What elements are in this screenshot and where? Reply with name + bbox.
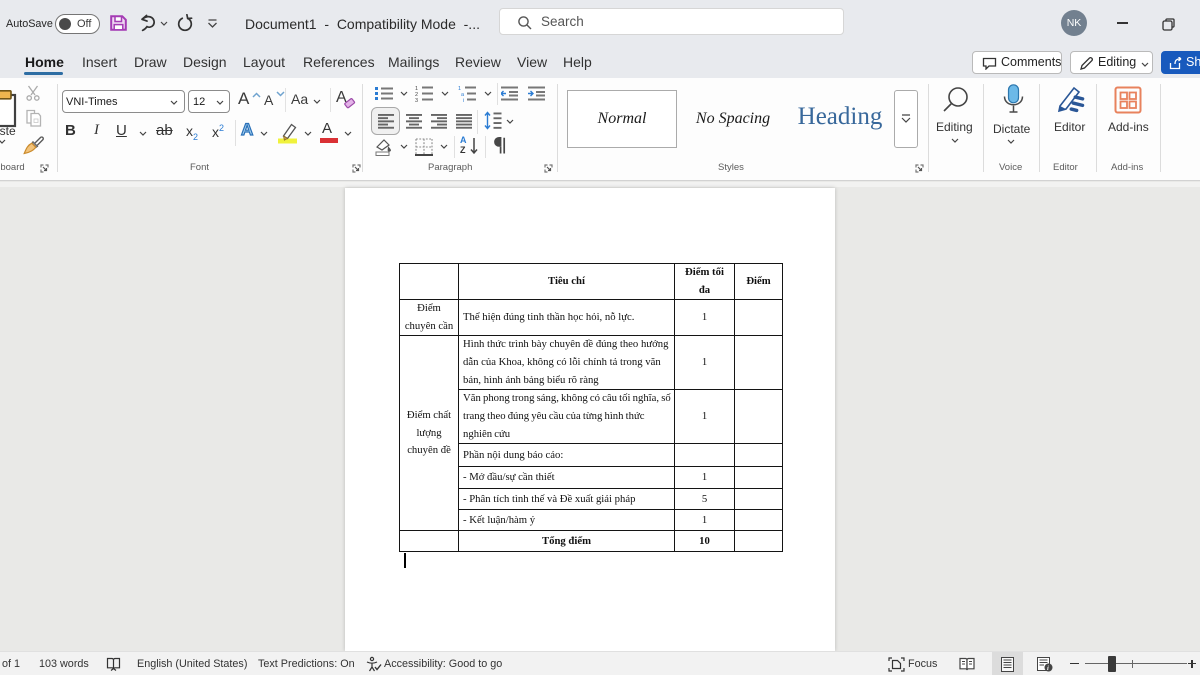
svg-text:i: i <box>1047 665 1049 672</box>
svg-text:i: i <box>463 98 464 102</box>
svg-text:3: 3 <box>415 98 418 102</box>
